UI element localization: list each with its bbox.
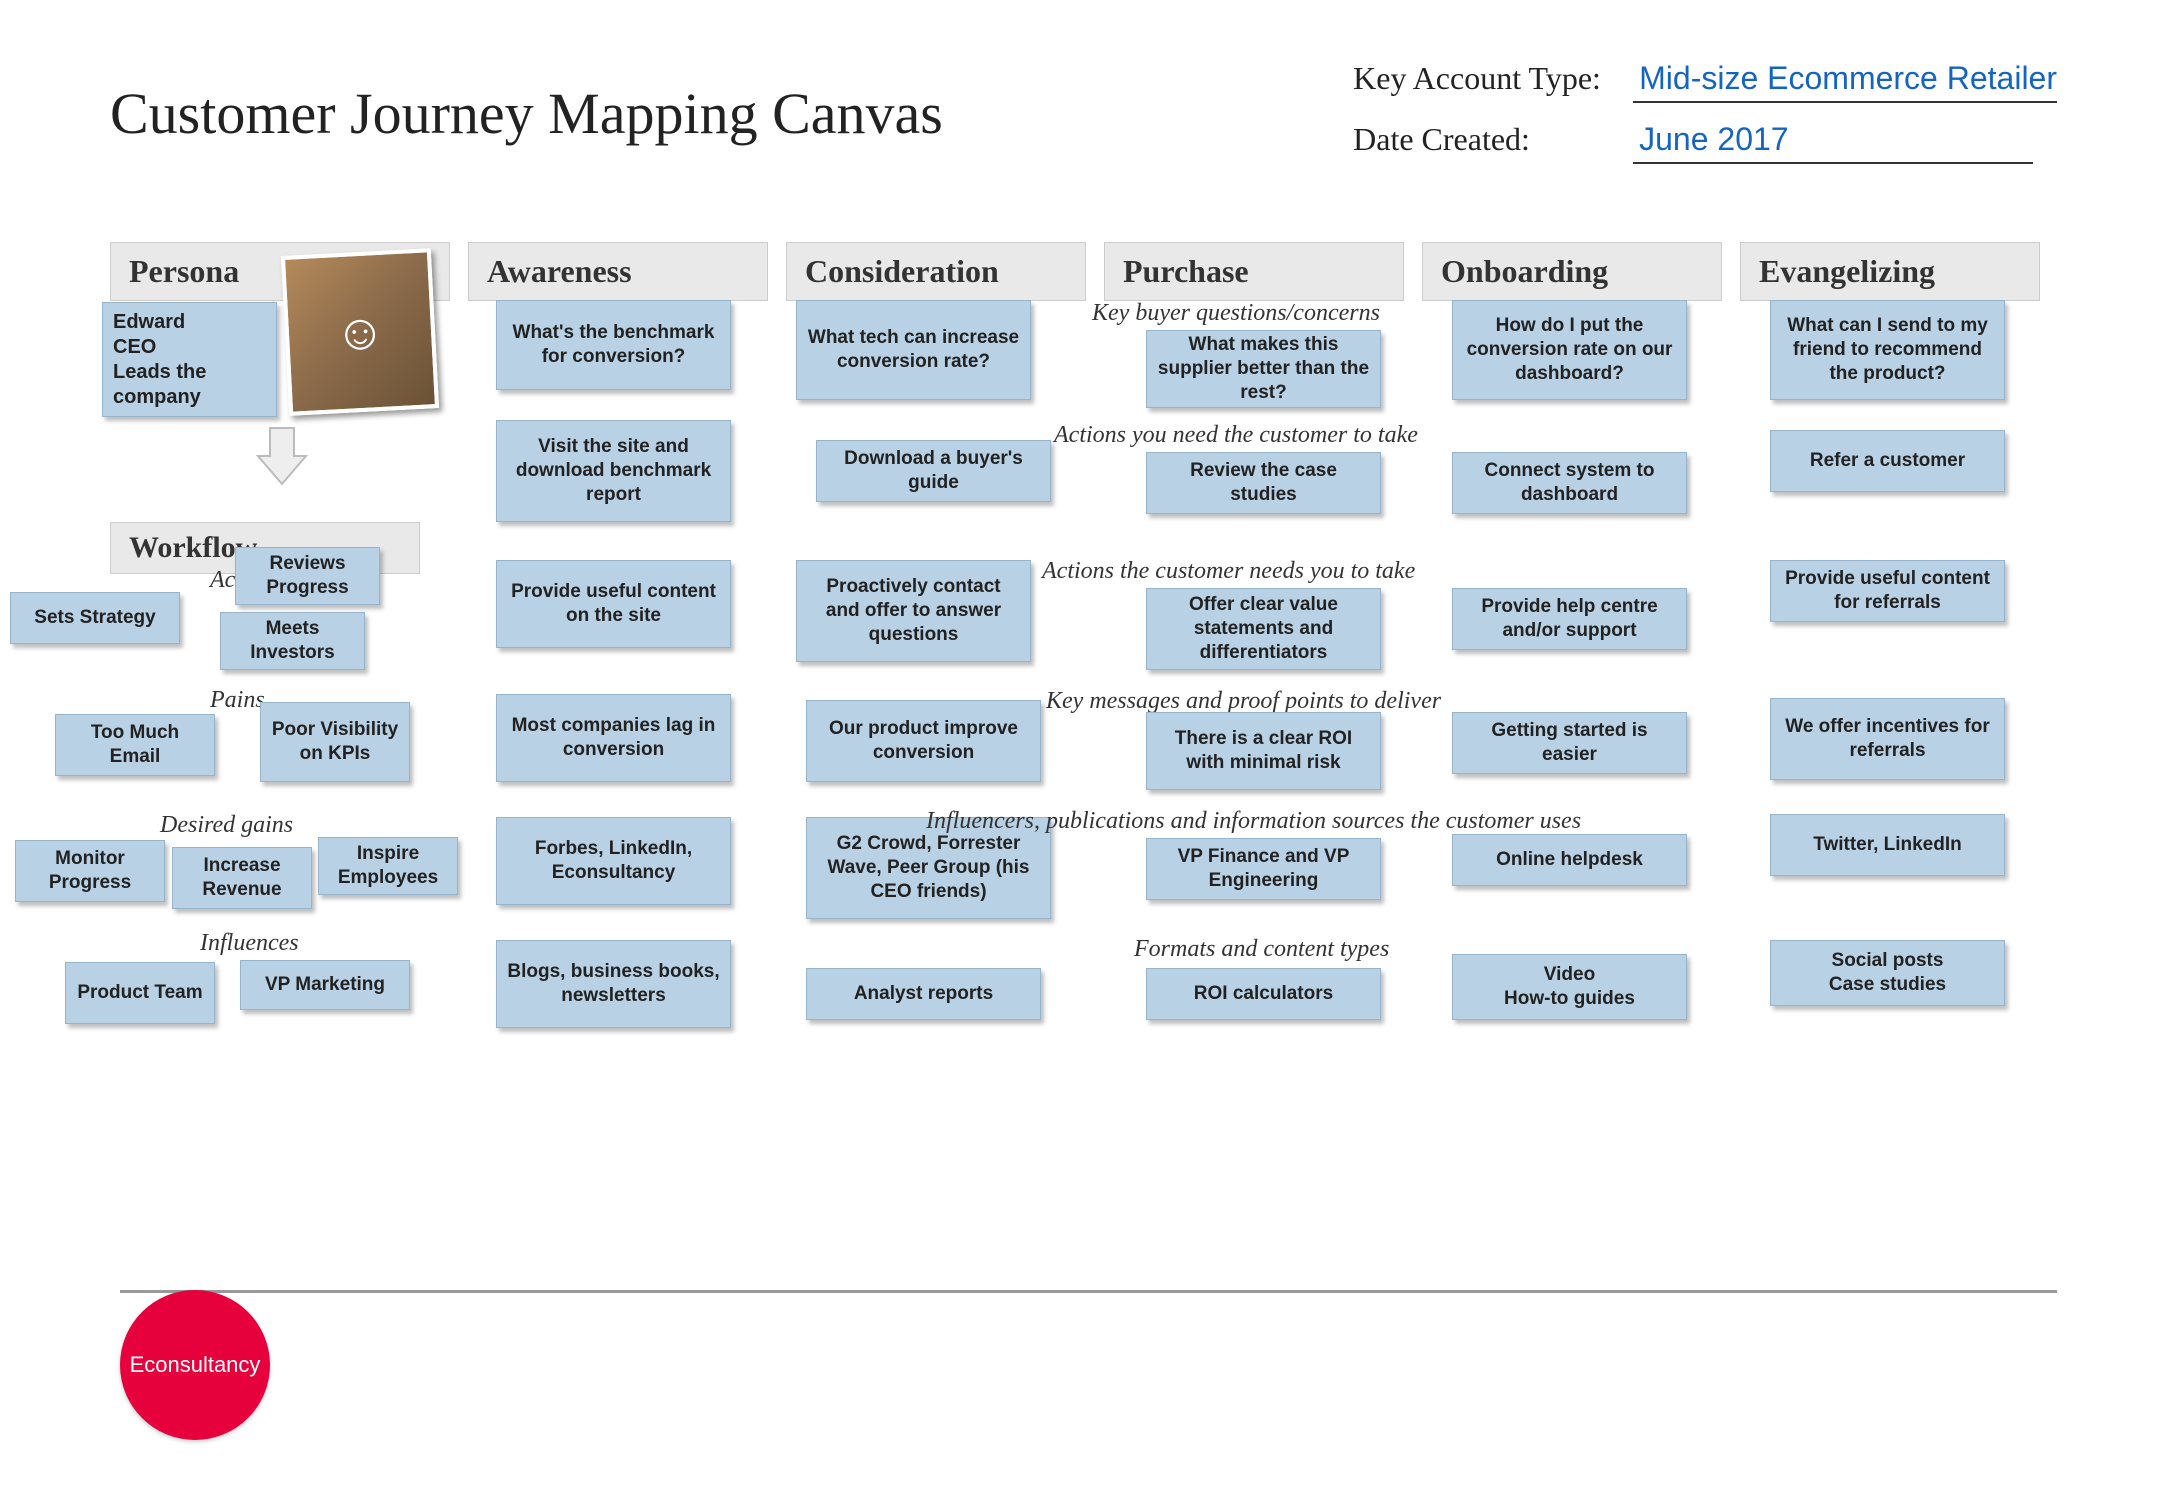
row-key-messages: Key messages and proof points to deliver [1046,688,1441,715]
awareness-buyer-q: What's the benchmark for conversion? [496,300,731,390]
persona-photo: ☺ [281,248,439,416]
purchase-actions-you: Offer clear value statements and differe… [1146,588,1381,670]
consideration-key-messages: Our product improve conversion [806,700,1041,782]
page-title: Customer Journey Mapping Canvas [110,80,943,147]
pains-label: Pains [210,687,265,714]
awareness-key-messages: Most companies lag in conversion [496,694,731,782]
row-formats: Formats and content types [1134,936,1389,963]
onboarding-influencers: Online helpdesk [1452,834,1687,886]
onboarding-header: Onboarding [1422,242,1722,301]
onboarding-actions-customer: Connect system to dashboard [1452,452,1687,514]
evangelizing-actions-you: Provide useful content for referrals [1770,560,2005,622]
purchase-formats: ROI calculators [1146,968,1381,1020]
evangelizing-key-messages: We offer incentives for referrals [1770,698,2005,780]
account-type-label: Key Account Type: [1353,60,1633,97]
purchase-column: Purchase Key buyer questions/concerns Wh… [1104,242,1404,1242]
sticky-product-team: Product Team [65,962,215,1024]
account-type-value: Mid-size Ecommerce Retailer [1633,60,2057,103]
influences-label: Influences [200,930,299,957]
purchase-header: Purchase [1104,242,1404,301]
awareness-actions-customer: Visit the site and download benchmark re… [496,420,731,522]
sticky-meets-investors: Meets Investors [220,612,365,670]
purchase-influencers: VP Finance and VP Engineering [1146,838,1381,900]
onboarding-actions-you: Provide help centre and/or support [1452,588,1687,650]
onboarding-buyer-q: How do I put the conversion rate on our … [1452,300,1687,400]
row-buyer-q: Key buyer questions/concerns [1092,300,1380,327]
row-actions-customer: Actions you need the customer to take [1054,422,1418,449]
econsultancy-logo: Econsultancy [120,1290,270,1440]
consideration-formats: Analyst reports [806,968,1041,1020]
consideration-column: Consideration What tech can increase con… [786,242,1086,1242]
consideration-header: Consideration [786,242,1086,301]
divider [120,1290,2057,1293]
persona-column: Persona Edward CEO Leads the company ☺ W… [110,242,450,1242]
evangelizing-influencers: Twitter, LinkedIn [1770,814,2005,876]
consideration-actions-customer: Download a buyer's guide [816,440,1051,502]
row-actions-you: Actions the customer needs you to take [1042,558,1415,585]
evangelizing-actions-customer: Refer a customer [1770,430,2005,492]
onboarding-key-messages: Getting started is easier [1452,712,1687,774]
date-created-label: Date Created: [1353,121,1633,158]
gains-label: Desired gains [160,812,293,839]
evangelizing-buyer-q: What can I send to my friend to recommen… [1770,300,2005,400]
date-created-value: June 2017 [1633,121,2033,164]
sticky-vp-marketing: VP Marketing [240,960,410,1010]
persona-card: Edward CEO Leads the company [102,302,277,417]
sticky-too-much-email: Too Much Email [55,714,215,776]
sticky-monitor-progress: Monitor Progress [15,840,165,902]
awareness-formats: Blogs, business books, newsletters [496,940,731,1028]
consideration-buyer-q: What tech can increase conversion rate? [796,300,1031,400]
sticky-reviews-progress: Reviews Progress [235,547,380,605]
awareness-column: Awareness What's the benchmark for conve… [468,242,768,1242]
sticky-increase-revenue: Increase Revenue [172,847,312,909]
purchase-buyer-q: What makes this supplier better than the… [1146,330,1381,408]
awareness-header: Awareness [468,242,768,301]
onboarding-formats: Video How-to guides [1452,954,1687,1020]
sticky-inspire-employees: Inspire Employees [318,837,458,895]
awareness-actions-you: Provide useful content on the site [496,560,731,648]
purchase-actions-customer: Review the case studies [1146,452,1381,514]
consideration-actions-you: Proactively contact and offer to answer … [796,560,1031,662]
awareness-influencers: Forbes, LinkedIn, Econsultancy [496,817,731,905]
sticky-sets-strategy: Sets Strategy [10,592,180,644]
evangelizing-header: Evangelizing [1740,242,2040,301]
arrow-down-icon [250,424,314,488]
meta-block: Key Account Type: Mid-size Ecommerce Ret… [1353,60,2057,182]
canvas: Persona Edward CEO Leads the company ☺ W… [110,242,2057,1242]
purchase-key-messages: There is a clear ROI with minimal risk [1146,712,1381,790]
evangelizing-formats: Social posts Case studies [1770,940,2005,1006]
onboarding-column: Onboarding How do I put the conversion r… [1422,242,1722,1242]
evangelizing-column: Evangelizing What can I send to my frien… [1740,242,2040,1242]
sticky-poor-visibility: Poor Visibility on KPIs [260,702,410,782]
